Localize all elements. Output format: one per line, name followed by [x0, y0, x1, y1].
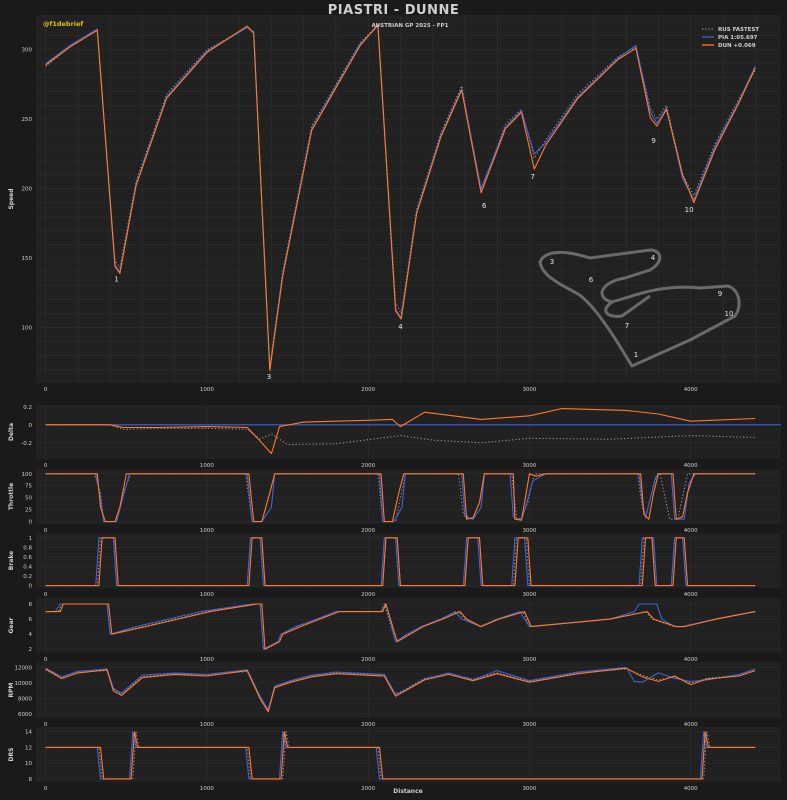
legend-label: DUN +0.069: [718, 43, 756, 49]
x-tick-label: 0: [44, 592, 48, 598]
y-tick-label: 8: [29, 777, 33, 783]
corner-label: 10: [685, 206, 694, 214]
y-tick-label: 10: [25, 761, 32, 767]
x-tick-label: 0: [44, 786, 48, 792]
y-tick-label: 250: [22, 117, 33, 123]
panel-delta: -0.2 0 0.2 0 1000 2000 3000 4000 Delta: [8, 405, 781, 469]
y-tick-label: 2: [29, 647, 33, 653]
corner-label: 1: [114, 276, 118, 284]
y-tick-label: 6000: [18, 712, 32, 718]
y-axis-label: DRS: [8, 748, 15, 762]
y-tick-label: 12: [25, 745, 32, 751]
corner-label: 9: [651, 137, 655, 145]
watermark: @f1debrief: [43, 20, 83, 28]
y-tick-label: 150: [22, 256, 33, 262]
x-axis-label: Distance: [393, 788, 422, 795]
track-map-label: 4: [651, 254, 656, 262]
corner-label: 6: [482, 202, 487, 210]
y-axis-label: Brake: [8, 551, 15, 570]
legend-label: PIA 1:05.697: [718, 35, 758, 41]
y-tick-label: 0: [29, 584, 33, 590]
y-axis-label: Gear: [8, 617, 15, 633]
x-tick-label: 2000: [361, 463, 375, 469]
y-tick-label: 0: [29, 520, 33, 526]
telemetry-figure: 1001502002503000 1000 2000 3000 4000Speed134…: [8, 15, 781, 795]
y-axis-label: RPM: [8, 682, 15, 697]
y-tick-label: 8000: [18, 697, 32, 703]
y-tick-label: 1: [29, 536, 33, 542]
corner-label: 3: [267, 373, 271, 381]
x-tick-label: 2000: [361, 786, 375, 792]
y-tick-label: -0.2: [21, 441, 32, 447]
x-tick-label: 1000: [200, 463, 214, 469]
chart-subtitle: AUSTRIAN GP 2025 - FP1: [372, 23, 449, 29]
y-axis-label: Throttle: [8, 483, 15, 510]
y-tick-label: 100: [22, 325, 33, 331]
x-tick-label: 4000: [684, 387, 698, 393]
y-axis-label: Delta: [8, 423, 15, 441]
x-tick-label: 4000: [684, 463, 698, 469]
plot-area-delta: [36, 405, 781, 459]
x-tick-label: 4000: [684, 592, 698, 598]
panel-speed: 1001502002503000 1000 2000 3000 4000Speed134…: [8, 15, 781, 393]
panel-throttle: 02550751000 1000 2000 3000 4000Throttle: [8, 469, 781, 534]
x-tick-label: 2000: [361, 387, 375, 393]
y-tick-label: 0.2: [23, 574, 32, 580]
y-tick-label: 12000: [15, 665, 33, 671]
x-tick-label: 3000: [522, 786, 536, 792]
y-tick-label: 100: [22, 472, 33, 478]
x-tick-label: 4000: [684, 786, 698, 792]
y-tick-label: 0.2: [23, 405, 32, 411]
plot-area-drs: [36, 727, 781, 782]
legend-label: RUS FASTEST: [718, 27, 759, 33]
plot-area-throttle: [36, 469, 781, 524]
y-tick-label: 200: [22, 187, 33, 193]
y-tick-label: 8: [29, 602, 33, 608]
track-map-label: 10: [725, 310, 734, 318]
y-tick-label: 0.4: [23, 564, 32, 570]
track-map-label: 3: [550, 258, 554, 266]
corner-label: 4: [398, 323, 403, 331]
panel-rpm: 6000800010000120000 1000 2000 3000 4000RPM: [8, 662, 781, 728]
y-tick-label: 0: [29, 423, 33, 429]
x-tick-label: 3000: [522, 592, 536, 598]
panel-drs: 8 10 12 14 0 1000 2000 3000 4000 DRS: [8, 727, 781, 792]
y-tick-label: 0.8: [23, 545, 32, 551]
x-tick-label: 3000: [522, 387, 536, 393]
x-tick-label: 1000: [200, 387, 214, 393]
x-tick-label: 2000: [361, 592, 375, 598]
y-axis-label: Speed: [8, 188, 15, 209]
y-tick-label: 0.6: [23, 555, 32, 561]
x-tick-label: 0: [44, 387, 48, 393]
corner-label: 7: [530, 173, 534, 181]
y-tick-label: 50: [25, 496, 32, 502]
panel-gear: 24680 1000 2000 3000 4000Gear: [8, 598, 781, 663]
y-tick-label: 14: [25, 730, 32, 736]
y-tick-label: 4: [29, 632, 33, 638]
plot-area-rpm: [36, 662, 781, 718]
track-map-label: 6: [589, 276, 594, 284]
plot-area-gear: [36, 598, 781, 653]
plot-area-brake: [36, 533, 781, 588]
track-map-label: 1: [634, 351, 638, 359]
panel-brake: 0 0.2 0.4 0.6 0.8 1 0 1000 2000 3000 4000 Brake: [8, 533, 781, 598]
x-tick-label: 3000: [522, 463, 536, 469]
y-tick-label: 300: [22, 48, 33, 54]
y-tick-label: 10000: [15, 681, 33, 687]
track-map-label: 7: [625, 322, 629, 330]
x-tick-label: 1000: [200, 592, 214, 598]
plot-area-speed: [36, 15, 781, 383]
x-tick-label: 1000: [200, 786, 214, 792]
track-map-label: 9: [718, 290, 722, 298]
y-tick-label: 6: [29, 617, 33, 623]
y-tick-label: 75: [25, 484, 32, 490]
y-tick-label: 25: [25, 508, 32, 514]
x-tick-label: 0: [44, 463, 48, 469]
